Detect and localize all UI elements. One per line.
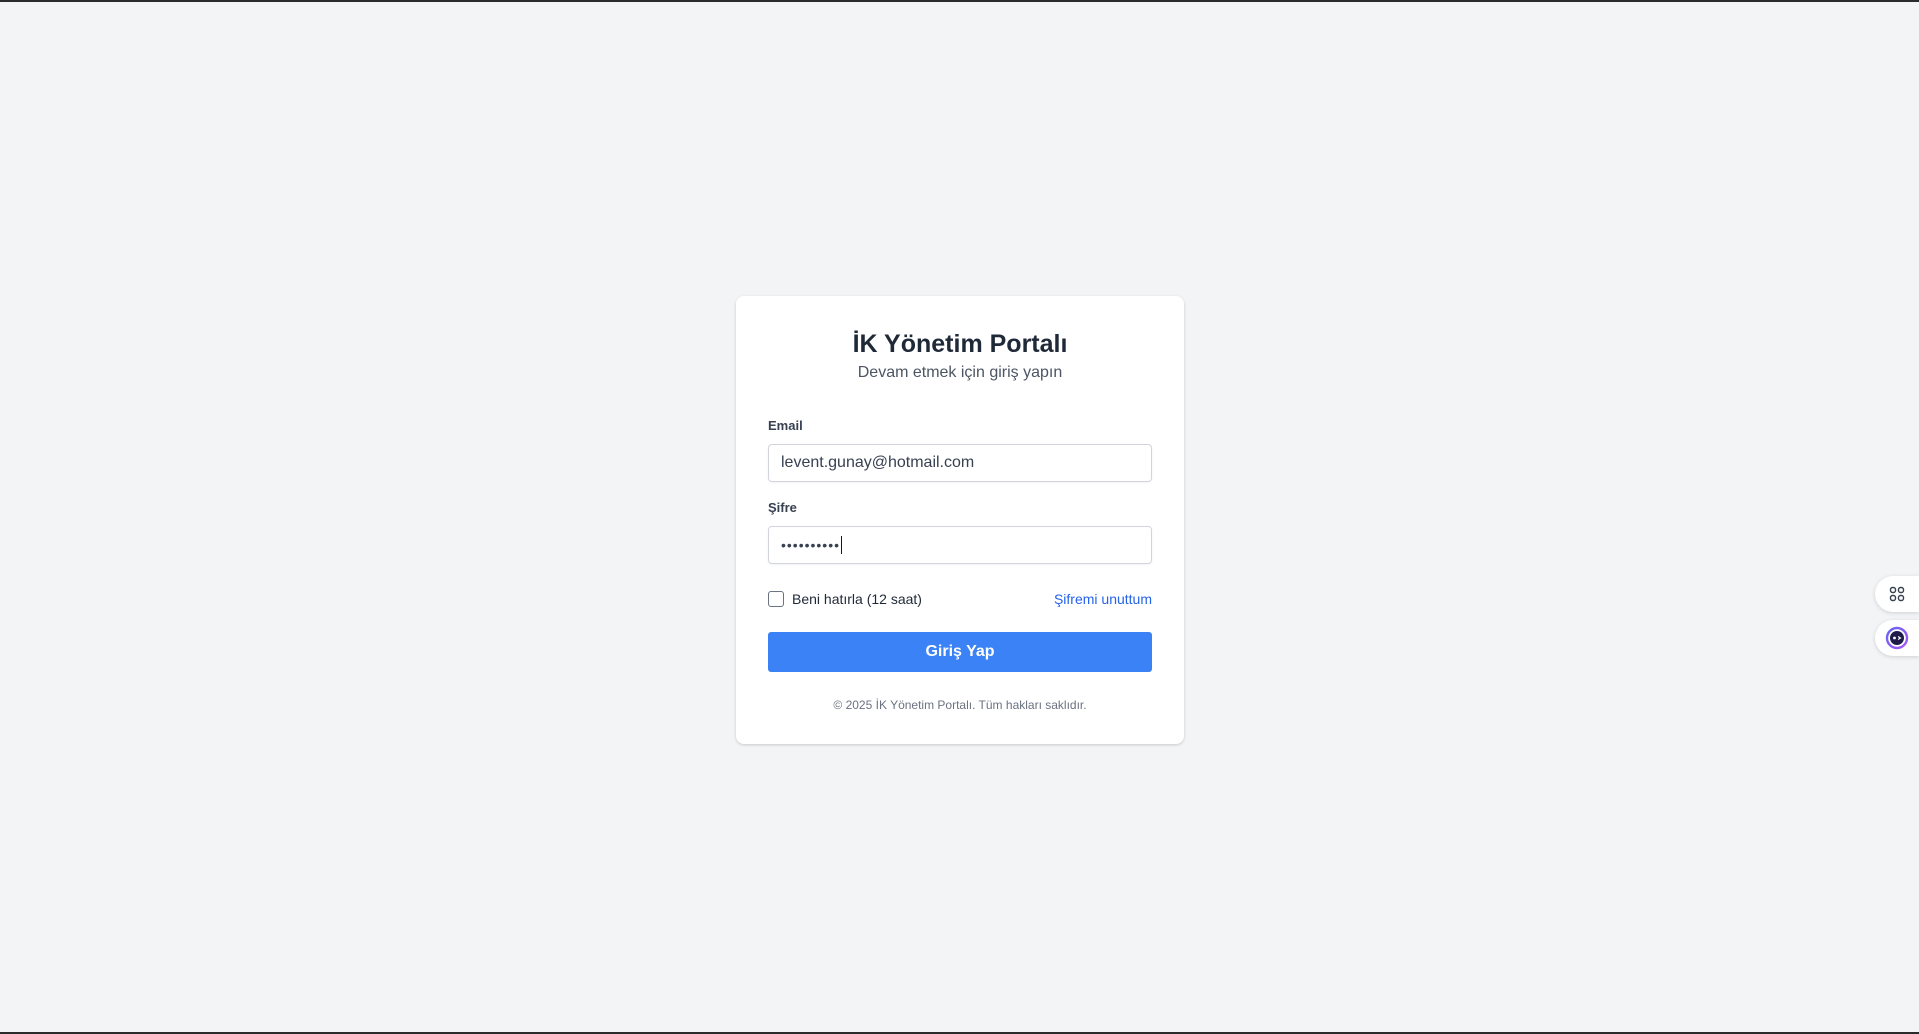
remember-me-checkbox[interactable] xyxy=(768,591,784,607)
login-card: İK Yönetim Portalı Devam etmek için giri… xyxy=(736,296,1184,744)
text-caret xyxy=(841,536,843,554)
page-subtitle: Devam etmek için giriş yapın xyxy=(857,364,1063,381)
email-label: Email xyxy=(768,418,803,433)
assistant-widget-button[interactable] xyxy=(1875,620,1919,656)
apps-widget-button[interactable] xyxy=(1875,576,1919,612)
apps-grid-icon xyxy=(1889,586,1905,602)
remember-me-label: Beni hatırla (12 saat) xyxy=(792,591,922,607)
forgot-password-link[interactable]: Şifremi unuttum xyxy=(1054,591,1152,607)
remember-me-toggle[interactable]: Beni hatırla (12 saat) xyxy=(768,591,922,607)
login-button[interactable]: Giriş Yap xyxy=(768,632,1152,672)
email-field[interactable] xyxy=(768,444,1152,482)
password-field[interactable]: •••••••••• xyxy=(768,526,1152,564)
options-row: Beni hatırla (12 saat) Şifremi unuttum xyxy=(768,589,1152,609)
assistant-bot-icon xyxy=(1885,626,1909,650)
copyright-footer: © 2025 İK Yönetim Portalı. Tüm hakları s… xyxy=(833,698,1087,712)
password-label: Şifre xyxy=(768,500,797,515)
page-title: İK Yönetim Portalı xyxy=(852,330,1068,358)
password-masked-value: •••••••••• xyxy=(781,537,841,553)
